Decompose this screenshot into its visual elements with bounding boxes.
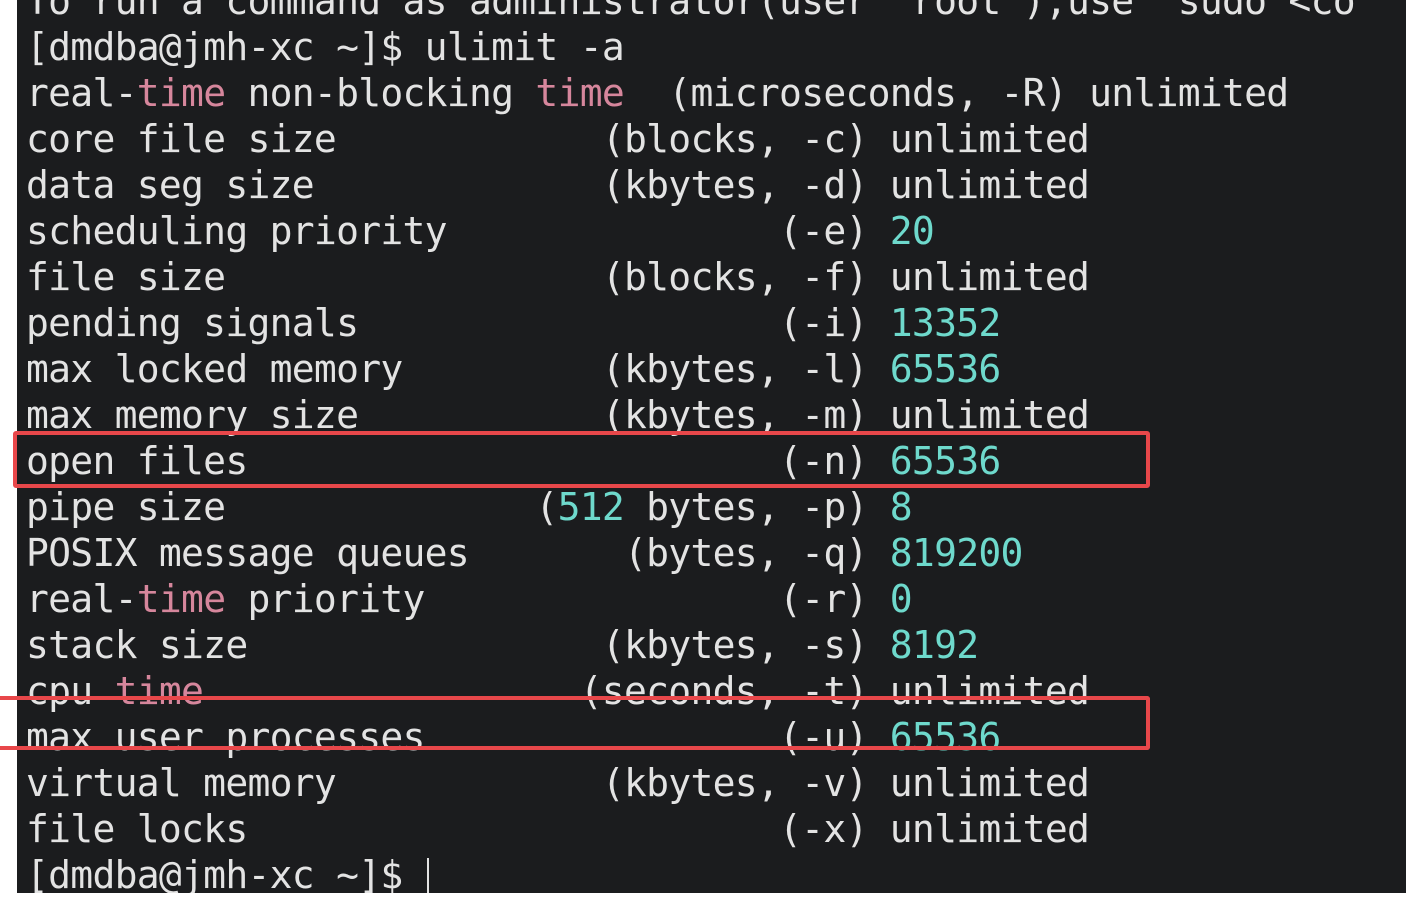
row-label: priority (225, 577, 780, 621)
row-value: 13352 (889, 301, 1001, 345)
row-value: 65536 (889, 439, 1001, 483)
row-value: unlimited (889, 393, 1090, 437)
row-value: unlimited (889, 117, 1090, 161)
ulimit-row-virtual-memory: virtual memory (kbytes, -v) unlimited (26, 760, 1355, 806)
keyword-time: time (136, 577, 226, 621)
ulimit-row-open-files: open files (-n) 65536 (26, 438, 1355, 484)
row-unit: bytes, -p) (624, 485, 890, 529)
ulimit-row-max-user-processes: max user processes (-u) 65536 (26, 714, 1355, 760)
command-text: ulimit -a (424, 25, 625, 69)
keyword-time: time (136, 71, 226, 115)
row-label: pipe size ( (26, 485, 558, 529)
row-value: 20 (889, 209, 935, 253)
row-label: data seg size (26, 163, 602, 207)
row-label (203, 669, 580, 713)
terminal-window[interactable]: To run a command as administrator(user "… (17, 0, 1406, 893)
ulimit-row-posix-message-queues: POSIX message queues (bytes, -q) 819200 (26, 530, 1355, 576)
row-label: scheduling priority (26, 209, 780, 253)
row-value: 0 (889, 577, 913, 621)
row-label: file size (26, 255, 602, 299)
row-unit: (-r) (779, 577, 890, 621)
row-label: max memory size (26, 393, 602, 437)
row-value: unlimited (889, 807, 1090, 851)
terminal-output: To run a command as administrator(user "… (26, 0, 1356, 893)
row-label: non-blocking (225, 71, 536, 115)
row-label: max locked memory (26, 347, 602, 391)
row-value: unlimited (889, 669, 1090, 713)
row-label: real- (26, 577, 137, 621)
keyword-time: time (535, 71, 625, 115)
shell-prompt: [dmdba@jmh-xc ~]$ (26, 853, 425, 893)
row-unit: (kbytes, -s) (601, 623, 890, 667)
row-unit: (-e) (779, 209, 890, 253)
row-value: unlimited (889, 163, 1090, 207)
row-unit: (kbytes, -m) (601, 393, 890, 437)
prompt-line[interactable]: [dmdba@jmh-xc ~]$ (26, 852, 1355, 893)
row-unit: (bytes, -q) (624, 531, 890, 575)
row-number: 512 (557, 485, 625, 529)
row-label: real- (26, 71, 137, 115)
row-value: 65536 (889, 715, 1001, 759)
row-label: open files (26, 439, 780, 483)
row-value: unlimited (889, 761, 1090, 805)
row-label: cpu (26, 669, 115, 713)
row-value: 65536 (889, 347, 1001, 391)
command-line: [dmdba@jmh-xc ~]$ ulimit -a (26, 24, 1355, 70)
row-unit: (-u) (779, 715, 890, 759)
ulimit-row-core-file-size: core file size (blocks, -c) unlimited (26, 116, 1355, 162)
ulimit-row-max-memory-size: max memory size (kbytes, -m) unlimited (26, 392, 1355, 438)
ulimit-row-cpu-time: cpu time (seconds, -t) unlimited (26, 668, 1355, 714)
row-unit: (-i) (779, 301, 890, 345)
row-label: POSIX message queues (26, 531, 624, 575)
row-value: 8 (889, 485, 913, 529)
banner-text: To run a command as administrator(user "… (26, 0, 1356, 23)
row-value: unlimited (889, 255, 1090, 299)
text-cursor (426, 857, 429, 893)
ulimit-row-data-seg-size: data seg size (kbytes, -d) unlimited (26, 162, 1355, 208)
row-label: stack size (26, 623, 602, 667)
row-label: max user processes (26, 715, 780, 759)
ulimit-row-realtime-priority: real-time priority (-r) 0 (26, 576, 1355, 622)
row-unit: (-n) (779, 439, 890, 483)
row-unit: (blocks, -c) (601, 117, 890, 161)
row-unit: (blocks, -f) (601, 255, 890, 299)
row-unit: (kbytes, -d) (601, 163, 890, 207)
row-label: pending signals (26, 301, 780, 345)
row-label: core file size (26, 117, 602, 161)
row-value: 8192 (889, 623, 979, 667)
ulimit-row-file-locks: file locks (-x) unlimited (26, 806, 1355, 852)
row-unit: (-x) (779, 807, 890, 851)
ulimit-row-file-size: file size (blocks, -f) unlimited (26, 254, 1355, 300)
row-unit: (kbytes, -v) (601, 761, 890, 805)
keyword-time: time (114, 669, 204, 713)
row-label: file locks (26, 807, 780, 851)
ulimit-row-scheduling-priority: scheduling priority (-e) 20 (26, 208, 1355, 254)
row-value: 819200 (889, 531, 1024, 575)
ulimit-row-realtime-nonblocking: real-time non-blocking time (microsecond… (26, 70, 1355, 116)
ulimit-row-stack-size: stack size (kbytes, -s) 8192 (26, 622, 1355, 668)
row-unit: (kbytes, -l) (601, 347, 890, 391)
row-label: virtual memory (26, 761, 602, 805)
ulimit-row-max-locked-memory: max locked memory (kbytes, -l) 65536 (26, 346, 1355, 392)
row-unit: (seconds, -t) (579, 669, 890, 713)
ulimit-row-pending-signals: pending signals (-i) 13352 (26, 300, 1355, 346)
row-value: unlimited (1089, 71, 1289, 115)
ulimit-row-pipe-size: pipe size (512 bytes, -p) 8 (26, 484, 1355, 530)
row-unit: (microseconds, -R) (624, 71, 1090, 115)
shell-prompt: [dmdba@jmh-xc ~]$ (26, 25, 425, 69)
terminal-banner-line: To run a command as administrator(user "… (26, 0, 1356, 24)
